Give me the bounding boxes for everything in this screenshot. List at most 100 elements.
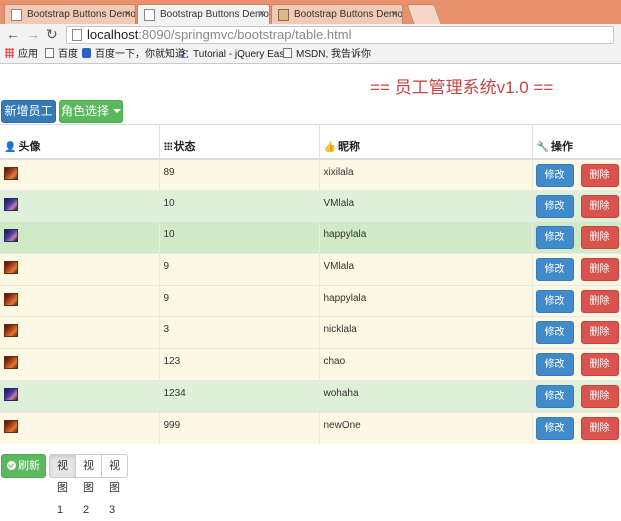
edit-button[interactable]: 修改 — [535, 416, 574, 440]
status-cell: 89 — [158, 158, 319, 191]
add-employee-button[interactable]: 新增员工 — [1, 100, 56, 123]
browser-tab-title: Bootstrap Buttons Demo — [27, 9, 136, 20]
avatar-cell — [0, 253, 159, 286]
avatar — [4, 324, 18, 338]
address-bar[interactable]: localhost:8090/springmvc/bootstrap/table… — [66, 26, 614, 44]
avatar — [4, 419, 18, 433]
edit-button[interactable]: 修改 — [535, 289, 574, 313]
header-label: 状态 — [173, 140, 196, 153]
edit-button[interactable]: 修改 — [535, 321, 574, 345]
actions-cell: 修改 删除 — [531, 189, 621, 222]
status-cell: 10 — [158, 221, 319, 254]
edit-button[interactable]: 修改 — [535, 226, 574, 250]
avatar-cell — [0, 284, 159, 317]
view-2-button[interactable]: 视图2 — [75, 454, 102, 516]
nickname-cell: VMlala — [318, 189, 532, 222]
delete-button[interactable]: 删除 — [580, 321, 619, 345]
page-icon — [283, 48, 292, 58]
view-3-button[interactable]: 视图3 — [101, 454, 128, 516]
nickname-cell: nicklala — [318, 316, 532, 349]
back-icon[interactable]: ← — [6, 26, 20, 42]
table-header-row: 👤 头像 状态 👍 昵称 🔧 操作 — [0, 124, 621, 160]
url-path: :8090/springmvc/bootstrap/table.html — [138, 27, 352, 42]
status-cell: 10 — [158, 189, 319, 222]
avatar — [4, 197, 18, 211]
image-icon — [278, 9, 289, 21]
user-icon: 👤 — [4, 141, 17, 153]
edit-button[interactable]: 修改 — [535, 384, 574, 408]
delete-button[interactable]: 删除 — [580, 416, 619, 440]
table-row: 1234 wohaha 修改 删除 — [0, 379, 621, 412]
status-cell: 9 — [158, 253, 319, 286]
status-cell: 999 — [158, 411, 319, 444]
avatar — [4, 229, 18, 243]
column-header-nickname: 👍 昵称 — [318, 124, 532, 160]
bookmark-label: 百度一下，你就知道 — [95, 49, 185, 60]
bookmark-apps[interactable]: 应用 — [5, 47, 38, 63]
bookmarks-bar: 应用 百度 百度一下，你就知道 ℰ Tutorial - jQuery Eas M… — [0, 46, 621, 64]
page-icon — [72, 29, 82, 41]
bookmark-msdn[interactable]: MSDN, 我告诉你 — [283, 47, 371, 63]
nickname-cell: happylala — [318, 284, 532, 317]
delete-button[interactable]: 删除 — [580, 163, 619, 187]
employee-table: 👤 头像 状态 👍 昵称 🔧 操作 89 xixilala 修改 删除 10 VMlala 修改删… — [0, 124, 621, 444]
bookmark-baidu-search[interactable]: 百度一下，你就知道 — [82, 47, 185, 63]
view-1-button[interactable]: 视图1 — [49, 454, 76, 516]
caret-down-icon — [113, 109, 121, 113]
browser-tab-3[interactable]: Bootstrap Buttons Demo × — [271, 4, 403, 24]
delete-button[interactable]: 删除 — [580, 353, 619, 377]
column-header-status: 状态 — [158, 124, 319, 160]
table-row: 123 chao 修改 删除 — [0, 348, 621, 381]
close-icon[interactable]: × — [392, 8, 398, 20]
check-circle-icon — [7, 461, 16, 470]
avatar — [4, 261, 18, 275]
page-icon — [144, 9, 155, 21]
nickname-cell: chao — [318, 348, 532, 381]
refresh-label: 刷新 — [18, 460, 40, 472]
avatar-cell — [0, 379, 159, 412]
apps-icon — [5, 48, 14, 58]
role-select-label: 角色选择 — [60, 104, 109, 118]
reload-icon[interactable]: ↻ — [46, 26, 58, 42]
refresh-button[interactable]: 刷新 — [1, 454, 46, 478]
close-icon[interactable]: × — [125, 8, 131, 20]
delete-button[interactable]: 删除 — [580, 258, 619, 282]
column-header-avatar: 👤 头像 — [0, 124, 159, 160]
delete-button[interactable]: 删除 — [580, 289, 619, 313]
avatar-cell — [0, 348, 159, 381]
forward-icon[interactable]: → — [26, 26, 40, 42]
nickname-cell: VMlala — [318, 253, 532, 286]
edit-button[interactable]: 修改 — [535, 194, 574, 218]
delete-button[interactable]: 删除 — [580, 384, 619, 408]
delete-button[interactable]: 删除 — [580, 226, 619, 250]
status-cell: 123 — [158, 348, 319, 381]
edit-button[interactable]: 修改 — [535, 353, 574, 377]
table-row: 999 newOne 修改 删除 — [0, 411, 621, 444]
bookmark-jquery-easyui[interactable]: ℰ Tutorial - jQuery Eas — [181, 47, 284, 63]
new-tab-button[interactable] — [406, 4, 442, 24]
avatar — [4, 356, 18, 370]
role-select-dropdown[interactable]: 角色选择 — [59, 100, 123, 123]
edit-button[interactable]: 修改 — [535, 258, 574, 282]
page-icon — [45, 48, 54, 58]
page-icon — [11, 9, 22, 21]
actions-cell: 修改 删除 — [531, 253, 621, 286]
table-row: 3 nicklala 修改 删除 — [0, 316, 621, 349]
edit-button[interactable]: 修改 — [535, 163, 574, 187]
browser-tab-1[interactable]: Bootstrap Buttons Demo × — [4, 4, 136, 24]
actions-cell: 修改 删除 — [531, 411, 621, 444]
status-cell: 9 — [158, 284, 319, 317]
e-logo-icon: ℰ — [181, 49, 190, 61]
status-cell: 3 — [158, 316, 319, 349]
bookmark-label: Tutorial - jQuery Eas — [193, 49, 285, 60]
actions-cell: 修改 删除 — [531, 379, 621, 412]
nickname-cell: wohaha — [318, 379, 532, 412]
table-row: 10 happylala 修改 删除 — [0, 221, 621, 254]
grid-icon — [163, 141, 172, 150]
close-icon[interactable]: × — [259, 8, 265, 20]
browser-tab-2[interactable]: Bootstrap Buttons Demo × — [137, 4, 270, 25]
avatar — [4, 166, 18, 180]
delete-button[interactable]: 删除 — [580, 194, 619, 218]
header-label: 操作 — [550, 140, 573, 153]
bookmark-baidu[interactable]: 百度 — [45, 47, 78, 63]
